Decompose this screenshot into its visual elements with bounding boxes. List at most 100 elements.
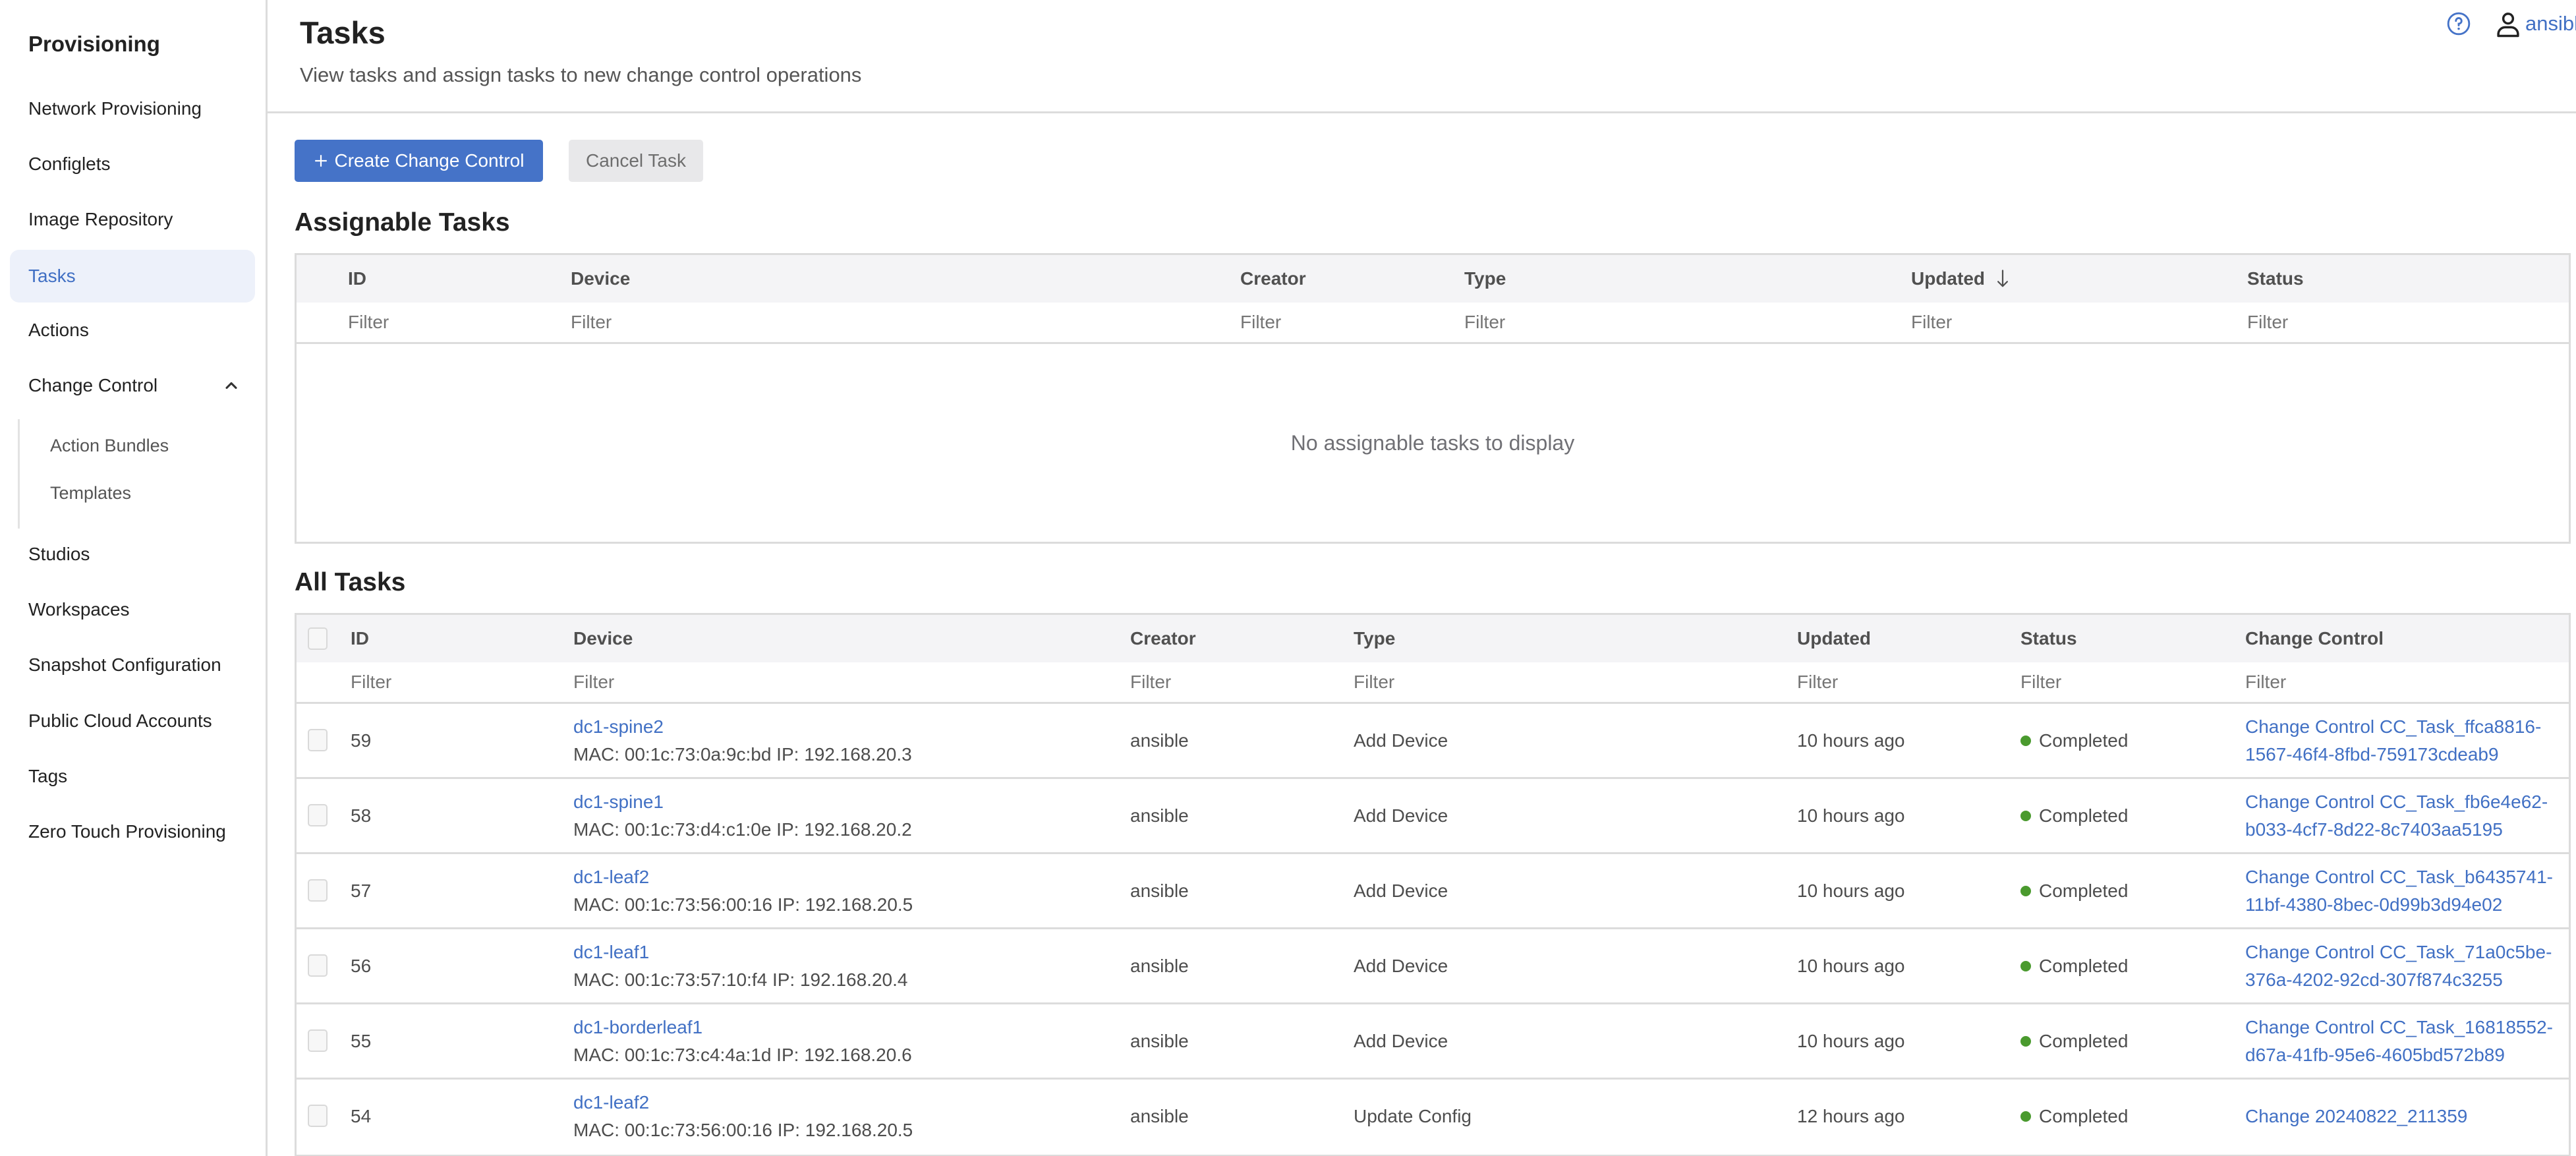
column-header-updated[interactable]: Updated bbox=[1911, 255, 2010, 303]
device-link[interactable]: dc1-spine2 bbox=[573, 713, 664, 741]
task-creator: ansible bbox=[1130, 805, 1189, 826]
table-row[interactable]: 54 dc1-leaf2 MAC: 00:1c:73:56:00:16 IP: … bbox=[297, 1080, 2569, 1155]
column-header-id[interactable]: ID bbox=[348, 255, 366, 303]
task-updated: 10 hours ago bbox=[1797, 730, 1905, 751]
column-header-creator[interactable]: Creator bbox=[1130, 615, 1196, 662]
sidebar-item-tasks[interactable]: Tasks bbox=[10, 250, 255, 303]
column-header-type[interactable]: Type bbox=[1464, 255, 1506, 303]
device-cell: dc1-leaf2 MAC: 00:1c:73:56:00:16 IP: 192… bbox=[573, 854, 913, 927]
filter-input-device[interactable] bbox=[573, 662, 745, 702]
filter-input-type[interactable] bbox=[1464, 303, 1636, 342]
sidebar-item-actions[interactable]: Actions bbox=[10, 304, 255, 357]
column-header-status[interactable]: Status bbox=[2020, 615, 2077, 662]
table-row[interactable]: 57 dc1-leaf2 MAC: 00:1c:73:56:00:16 IP: … bbox=[297, 854, 2569, 929]
sidebar-item-configlets[interactable]: Configlets bbox=[10, 138, 255, 190]
user-icon[interactable] bbox=[2494, 10, 2522, 39]
filter-input-id[interactable] bbox=[351, 662, 522, 702]
sidebar-item-label: Workspaces bbox=[28, 599, 130, 620]
filter-input-status[interactable] bbox=[2247, 303, 2419, 342]
table-row[interactable]: 58 dc1-spine1 MAC: 00:1c:73:d4:c1:0e IP:… bbox=[297, 779, 2569, 854]
filter-input-device[interactable] bbox=[571, 303, 742, 342]
sidebar-item-studios[interactable]: Studios bbox=[10, 528, 255, 581]
change-control-link[interactable]: Change Control CC_Task_ffca8816-1567-46f… bbox=[2245, 713, 2568, 768]
change-control-link[interactable]: Change Control CC_Task_fb6e4e62-b033-4cf… bbox=[2245, 788, 2568, 844]
status-label: Completed bbox=[2039, 955, 2129, 976]
create-change-control-button[interactable]: Create Change Control bbox=[295, 140, 543, 182]
filter-input-change-control[interactable] bbox=[2245, 662, 2417, 702]
sidebar-item-public-cloud-accounts[interactable]: Public Cloud Accounts bbox=[10, 695, 255, 747]
task-type: Update Config bbox=[1354, 1105, 1472, 1126]
change-control-link[interactable]: Change Control CC_Task_b6435741-11bf-438… bbox=[2245, 863, 2568, 919]
task-type: Add Device bbox=[1354, 1030, 1448, 1051]
sidebar-item-network-provisioning[interactable]: Network Provisioning bbox=[10, 82, 255, 135]
chevron-up-icon[interactable] bbox=[222, 376, 241, 395]
row-checkbox[interactable] bbox=[308, 1029, 328, 1052]
device-link[interactable]: dc1-leaf2 bbox=[573, 1089, 649, 1116]
change-control-link[interactable]: Change Control CC_Task_16818552-d67a-41f… bbox=[2245, 1014, 2568, 1069]
device-mac-ip: MAC: 00:1c:73:0a:9c:bd IP: 192.168.20.3 bbox=[573, 743, 912, 765]
sidebar-subitem-action-bundles[interactable]: Action Bundles bbox=[50, 436, 169, 456]
sidebar-item-label: Studios bbox=[28, 544, 90, 564]
change-control-cell: Change Control CC_Task_16818552-d67a-41f… bbox=[2245, 1004, 2568, 1078]
change-control-cell: Change Control CC_Task_b6435741-11bf-438… bbox=[2245, 854, 2568, 927]
sidebar-item-change-control[interactable]: Change Control bbox=[10, 359, 255, 412]
filter-input-creator[interactable] bbox=[1130, 662, 1302, 702]
column-header-creator[interactable]: Creator bbox=[1240, 255, 1306, 303]
table-header-row: ID Device Creator Type Updated Status Ch… bbox=[297, 615, 2569, 662]
status-dot-icon bbox=[2020, 735, 2031, 746]
task-creator: ansible bbox=[1130, 880, 1189, 901]
sidebar-item-label: Tasks bbox=[28, 266, 76, 286]
device-link[interactable]: dc1-borderleaf1 bbox=[573, 1014, 702, 1041]
device-mac-ip: MAC: 00:1c:73:57:10:f4 IP: 192.168.20.4 bbox=[573, 969, 908, 990]
task-type: Add Device bbox=[1354, 805, 1448, 826]
change-control-link[interactable]: Change 20240822_211359 bbox=[2245, 1103, 2568, 1130]
change-control-link[interactable]: Change Control CC_Task_71a0c5be-376a-420… bbox=[2245, 939, 2568, 994]
select-all-checkbox[interactable] bbox=[308, 627, 328, 650]
filter-input-type[interactable] bbox=[1354, 662, 1525, 702]
sidebar-item-tags[interactable]: Tags bbox=[10, 750, 255, 803]
row-checkbox[interactable] bbox=[308, 954, 328, 977]
table-row[interactable]: 59 dc1-spine2 MAC: 00:1c:73:0a:9c:bd IP:… bbox=[297, 704, 2569, 779]
device-link[interactable]: dc1-leaf2 bbox=[573, 863, 649, 891]
table-row[interactable]: 55 dc1-borderleaf1 MAC: 00:1c:73:c4:4a:1… bbox=[297, 1004, 2569, 1080]
filter-input-status[interactable] bbox=[2020, 662, 2192, 702]
status-label: Completed bbox=[2039, 880, 2129, 901]
filter-input-id[interactable] bbox=[348, 303, 519, 342]
task-id: 57 bbox=[351, 880, 372, 901]
row-checkbox[interactable] bbox=[308, 1105, 328, 1127]
change-control-cell: Change Control CC_Task_fb6e4e62-b033-4cf… bbox=[2245, 779, 2568, 852]
status-label: Completed bbox=[2039, 805, 2129, 826]
filter-input-updated[interactable] bbox=[1797, 662, 1968, 702]
column-header-status[interactable]: Status bbox=[2247, 255, 2304, 303]
status-dot-icon bbox=[2020, 1111, 2031, 1122]
sort-descending-icon[interactable] bbox=[1995, 269, 2010, 289]
sidebar-item-workspaces[interactable]: Workspaces bbox=[10, 583, 255, 636]
task-type: Add Device bbox=[1354, 730, 1448, 751]
task-updated: 10 hours ago bbox=[1797, 880, 1905, 901]
sidebar-item-label: Image Repository bbox=[28, 209, 173, 229]
column-header-device[interactable]: Device bbox=[571, 255, 630, 303]
device-link[interactable]: dc1-spine1 bbox=[573, 788, 664, 816]
sidebar-item-snapshot-configuration[interactable]: Snapshot Configuration bbox=[10, 639, 255, 691]
user-menu-link[interactable]: ansibl bbox=[2525, 12, 2576, 36]
column-header-type[interactable]: Type bbox=[1354, 615, 1395, 662]
row-checkbox[interactable] bbox=[308, 729, 328, 751]
device-link[interactable]: dc1-leaf1 bbox=[573, 939, 649, 966]
sidebar-item-zero-touch-provisioning[interactable]: Zero Touch Provisioning bbox=[10, 805, 255, 858]
device-cell: dc1-leaf2 MAC: 00:1c:73:56:00:16 IP: 192… bbox=[573, 1080, 913, 1153]
status-dot-icon bbox=[2020, 885, 2031, 896]
sidebar-subitem-templates[interactable]: Templates bbox=[50, 483, 131, 504]
filter-input-creator[interactable] bbox=[1240, 303, 1412, 342]
filter-input-updated[interactable] bbox=[1911, 303, 2082, 342]
row-checkbox[interactable] bbox=[308, 879, 328, 902]
column-header-change-control[interactable]: Change Control bbox=[2245, 615, 2384, 662]
table-row[interactable]: 56 dc1-leaf1 MAC: 00:1c:73:57:10:f4 IP: … bbox=[297, 929, 2569, 1004]
column-header-device[interactable]: Device bbox=[573, 615, 633, 662]
sidebar-item-image-repository[interactable]: Image Repository bbox=[10, 193, 255, 246]
column-header-updated[interactable]: Updated bbox=[1797, 615, 1871, 662]
row-checkbox[interactable] bbox=[308, 804, 328, 826]
help-circle-icon[interactable] bbox=[2446, 11, 2471, 36]
sidebar-item-label: Zero Touch Provisioning bbox=[28, 821, 226, 842]
cancel-task-button[interactable]: Cancel Task bbox=[569, 140, 703, 182]
column-header-id[interactable]: ID bbox=[351, 615, 369, 662]
